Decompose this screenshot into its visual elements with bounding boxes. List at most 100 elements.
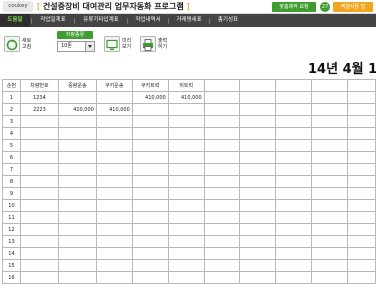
- row-number-cell[interactable]: 11: [2, 211, 21, 224]
- table-cell[interactable]: [131, 175, 169, 188]
- table-cell[interactable]: [275, 199, 313, 212]
- table-cell[interactable]: [95, 199, 133, 212]
- table-cell[interactable]: [19, 199, 59, 212]
- table-cell[interactable]: [95, 247, 133, 260]
- table-cell[interactable]: [57, 211, 97, 224]
- table-cell[interactable]: [311, 139, 349, 152]
- table-cell[interactable]: [167, 103, 205, 116]
- table-cell[interactable]: [167, 139, 205, 152]
- table-cell[interactable]: [19, 127, 59, 140]
- table-cell[interactable]: [57, 139, 97, 152]
- row-number-cell[interactable]: 1: [2, 91, 21, 104]
- table-cell[interactable]: [203, 127, 241, 140]
- tab-work-daily[interactable]: 작업일계표: [33, 14, 73, 27]
- preview-button[interactable]: 미리 보기: [104, 33, 132, 55]
- table-cell[interactable]: [275, 103, 313, 116]
- table-cell[interactable]: [347, 115, 376, 128]
- table-cell[interactable]: [95, 271, 133, 284]
- table-cell[interactable]: [57, 127, 97, 140]
- table-cell[interactable]: 410,000: [57, 103, 97, 116]
- table-cell[interactable]: 410,000: [167, 91, 205, 104]
- vehicle-type-dropdown[interactable]: 10톤: [57, 41, 95, 52]
- table-cell[interactable]: [347, 151, 376, 164]
- table-cell[interactable]: [311, 235, 349, 248]
- table-cell[interactable]: [167, 211, 205, 224]
- print-button[interactable]: 출력 하기: [140, 33, 168, 55]
- table-cell[interactable]: [239, 199, 277, 212]
- table-cell[interactable]: [95, 211, 133, 224]
- table-cell[interactable]: [57, 175, 97, 188]
- tab-work-details[interactable]: 작업내역서: [129, 14, 167, 27]
- table-cell[interactable]: [203, 223, 241, 236]
- table-cell[interactable]: [131, 139, 169, 152]
- custom-request-button[interactable]: 맞춤제작 요청: [272, 2, 316, 12]
- table-cell[interactable]: [167, 151, 205, 164]
- table-cell[interactable]: [131, 199, 169, 212]
- refresh-button[interactable]: 새로 고침: [4, 33, 32, 55]
- table-cell[interactable]: [347, 211, 376, 224]
- table-cell[interactable]: [347, 175, 376, 188]
- chevron-down-icon[interactable]: [85, 42, 94, 51]
- table-cell[interactable]: [131, 151, 169, 164]
- table-cell[interactable]: [203, 187, 241, 200]
- row-number-cell[interactable]: 10: [2, 199, 21, 212]
- table-cell[interactable]: [203, 271, 241, 284]
- table-cell[interactable]: [57, 91, 97, 104]
- table-cell[interactable]: [57, 271, 97, 284]
- table-cell[interactable]: [311, 103, 349, 116]
- table-cell[interactable]: [167, 235, 205, 248]
- table-cell[interactable]: [347, 127, 376, 140]
- table-cell[interactable]: [131, 271, 169, 284]
- table-cell[interactable]: [95, 175, 133, 188]
- table-cell[interactable]: [19, 151, 59, 164]
- table-cell[interactable]: [131, 163, 169, 176]
- table-cell[interactable]: [311, 115, 349, 128]
- table-cell[interactable]: [131, 259, 169, 272]
- table-cell[interactable]: [347, 103, 376, 116]
- table-cell[interactable]: [311, 271, 349, 284]
- table-cell[interactable]: [239, 235, 277, 248]
- table-cell[interactable]: [239, 127, 277, 140]
- table-cell[interactable]: [275, 115, 313, 128]
- table-cell[interactable]: [275, 271, 313, 284]
- table-cell[interactable]: [275, 175, 313, 188]
- row-number-cell[interactable]: 12: [2, 223, 21, 236]
- table-cell[interactable]: [95, 139, 133, 152]
- table-cell[interactable]: [203, 199, 241, 212]
- table-cell[interactable]: [95, 91, 133, 104]
- table-cell[interactable]: [95, 163, 133, 176]
- table-cell[interactable]: [311, 247, 349, 260]
- table-cell[interactable]: [275, 187, 313, 200]
- table-cell[interactable]: [57, 199, 97, 212]
- table-cell[interactable]: [131, 187, 169, 200]
- table-cell[interactable]: [95, 235, 133, 248]
- table-cell[interactable]: [57, 187, 97, 200]
- table-cell[interactable]: [239, 103, 277, 116]
- table-cell[interactable]: [347, 187, 376, 200]
- table-cell[interactable]: [19, 163, 59, 176]
- table-cell[interactable]: [275, 139, 313, 152]
- table-cell[interactable]: [19, 235, 59, 248]
- table-cell[interactable]: [19, 175, 59, 188]
- row-number-cell[interactable]: 9: [2, 187, 21, 200]
- table-cell[interactable]: [239, 115, 277, 128]
- table-cell[interactable]: [131, 235, 169, 248]
- table-cell[interactable]: [311, 175, 349, 188]
- table-cell[interactable]: [239, 175, 277, 188]
- table-cell[interactable]: 1234: [19, 91, 59, 104]
- table-cell[interactable]: [311, 199, 349, 212]
- table-cell[interactable]: [203, 91, 241, 104]
- table-cell[interactable]: [19, 139, 59, 152]
- excel-tips-button[interactable]: 엑셀사용 팁: [333, 2, 373, 12]
- table-cell[interactable]: [239, 223, 277, 236]
- table-cell[interactable]: [275, 247, 313, 260]
- table-cell[interactable]: [311, 91, 349, 104]
- row-number-cell[interactable]: 14: [2, 247, 21, 260]
- table-cell[interactable]: [19, 223, 59, 236]
- table-cell[interactable]: [347, 259, 376, 272]
- table-cell[interactable]: [203, 139, 241, 152]
- table-cell[interactable]: [57, 151, 97, 164]
- table-cell[interactable]: [203, 211, 241, 224]
- table-cell[interactable]: [347, 163, 376, 176]
- row-number-cell[interactable]: 8: [2, 175, 21, 188]
